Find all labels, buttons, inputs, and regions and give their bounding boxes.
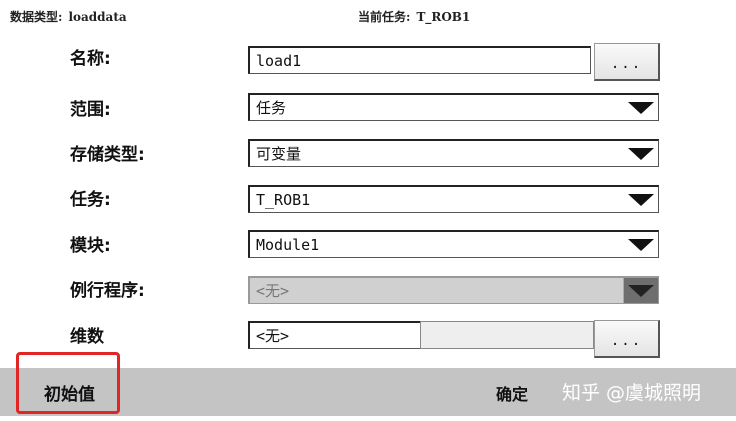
- routine-value: <无>: [256, 282, 290, 300]
- module-dropdown-icon[interactable]: [624, 232, 658, 257]
- watermark: 知乎 @虞城照明: [562, 382, 702, 404]
- scope-dropdown-icon[interactable]: [624, 95, 658, 120]
- module-label: 模块:: [70, 236, 111, 256]
- datatype-label: 数据类型:: [10, 10, 63, 24]
- storage-type-select[interactable]: 可变量: [248, 139, 659, 167]
- ok-button[interactable]: 确定: [496, 381, 528, 405]
- current-task-value: T_ROB1: [416, 10, 471, 24]
- dimension-label: 维数: [70, 327, 104, 347]
- module-value: Module1: [256, 235, 320, 254]
- routine-dropdown-icon: [623, 278, 658, 303]
- datatype-header: 数据类型: loaddata: [10, 8, 127, 25]
- module-select[interactable]: Module1: [248, 230, 659, 258]
- storage-type-label: 存储类型:: [70, 145, 145, 165]
- scope-select[interactable]: 任务: [248, 93, 659, 121]
- storage-type-value: 可变量: [256, 145, 302, 163]
- dimension-browse-button: ...: [594, 320, 660, 358]
- storage-type-dropdown-icon[interactable]: [624, 141, 658, 166]
- task-dropdown-icon[interactable]: [624, 187, 658, 212]
- current-task-label: 当前任务:: [358, 10, 411, 24]
- routine-select: <无>: [248, 276, 659, 304]
- name-input[interactable]: load1: [248, 46, 591, 74]
- name-value: load1: [256, 51, 302, 70]
- task-value: T_ROB1: [256, 190, 311, 209]
- highlight-box: [16, 352, 120, 414]
- task-label: 任务:: [70, 190, 111, 210]
- datatype-value: loaddata: [68, 10, 127, 24]
- name-browse-button[interactable]: ...: [594, 43, 660, 81]
- scope-label: 范围:: [70, 100, 111, 120]
- dimension-input: [420, 321, 594, 349]
- triangle-down-icon: [628, 193, 654, 206]
- task-select[interactable]: T_ROB1: [248, 185, 659, 213]
- triangle-down-icon: [628, 101, 654, 114]
- triangle-down-icon: [628, 238, 654, 251]
- triangle-down-icon: [628, 147, 654, 160]
- triangle-down-icon: [628, 284, 654, 297]
- current-task-header: 当前任务: T_ROB1: [358, 8, 470, 25]
- routine-label: 例行程序:: [70, 281, 145, 301]
- name-label: 名称:: [70, 49, 111, 69]
- scope-value: 任务: [256, 99, 287, 117]
